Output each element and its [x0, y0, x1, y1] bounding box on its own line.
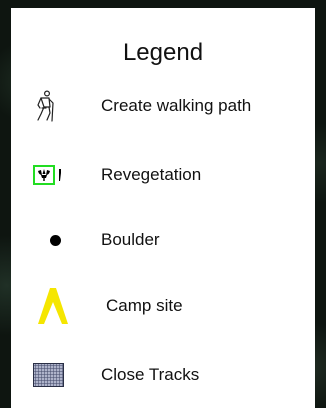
legend-title: Legend	[122, 39, 204, 66]
hiker-icon	[31, 86, 61, 126]
legend-item-camp-site: Camp site	[11, 286, 315, 326]
revegetation-icon	[57, 155, 63, 195]
legend-panel: Legend Create walking path Revegetation …	[11, 8, 315, 408]
legend-item-boulder: Boulder	[11, 220, 315, 260]
legend-label-boulder: Boulder	[101, 230, 160, 249]
legend-label-walking-path: Create walking path	[101, 96, 252, 115]
revegetation-icon	[31, 155, 57, 195]
legend-label-revegetation: Revegetation	[101, 165, 202, 184]
legend-label-close-tracks: Close Tracks	[101, 365, 200, 384]
legend-item-walking-path: Create walking path	[11, 86, 315, 126]
boulder-icon	[40, 220, 70, 260]
camp-site-icon	[36, 286, 70, 326]
legend-item-close-tracks: Close Tracks	[11, 355, 315, 395]
legend-item-revegetation: Revegetation	[11, 155, 315, 195]
close-tracks-swatch	[32, 355, 65, 395]
legend-label-camp-site: Camp site	[106, 296, 183, 315]
